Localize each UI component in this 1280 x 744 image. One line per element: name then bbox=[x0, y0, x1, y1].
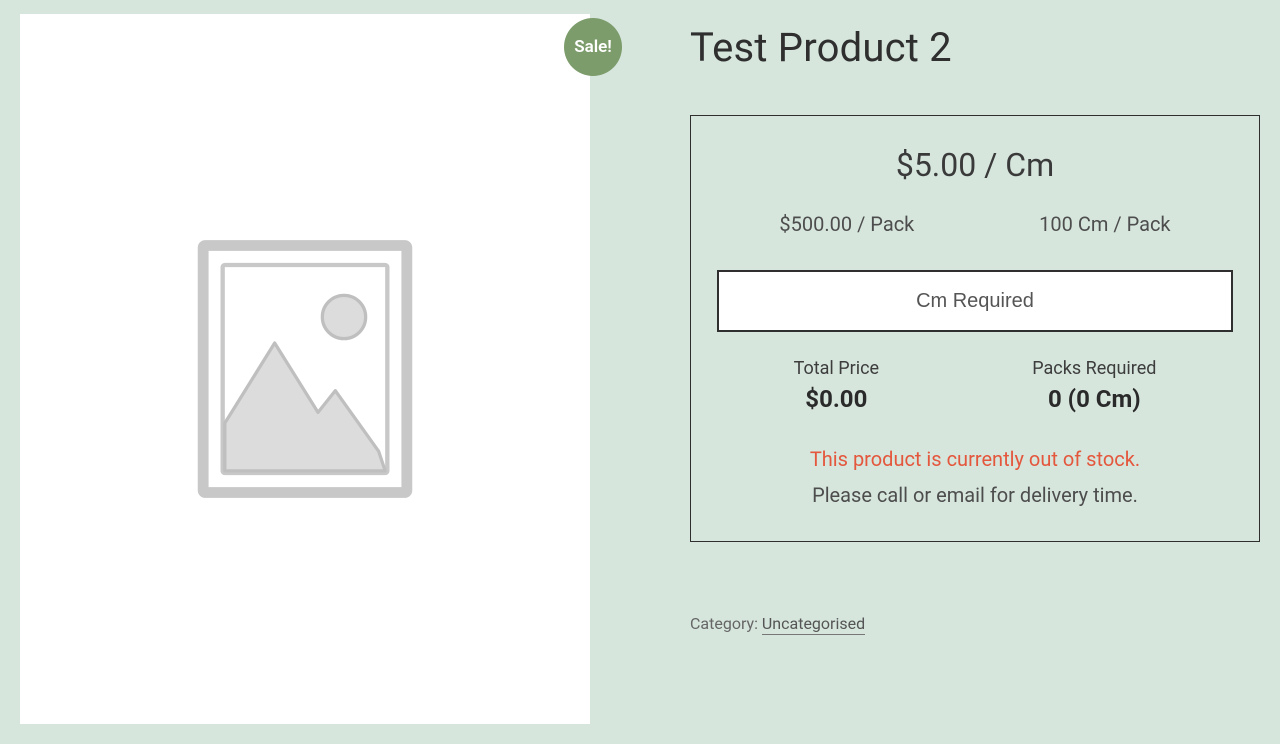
total-price-label: Total Price bbox=[794, 358, 879, 379]
stock-status-message: This product is currently out of stock. bbox=[717, 447, 1233, 471]
image-placeholder-icon bbox=[195, 239, 415, 499]
sale-badge: Sale! bbox=[564, 18, 622, 76]
packs-required-value: 0 (0 Cm) bbox=[1032, 385, 1156, 413]
packs-required-label: Packs Required bbox=[1032, 358, 1156, 379]
quantity-input[interactable] bbox=[717, 270, 1233, 332]
price-panel: $5.00 / Cm $500.00 / Pack 100 Cm / Pack … bbox=[690, 115, 1260, 542]
delivery-message: Please call or email for delivery time. bbox=[717, 483, 1233, 507]
totals-row: Total Price $0.00 Packs Required 0 (0 Cm… bbox=[717, 358, 1233, 413]
total-price-value: $0.00 bbox=[794, 385, 879, 413]
product-title: Test Product 2 bbox=[690, 24, 1260, 71]
pack-info-row: $500.00 / Pack 100 Cm / Pack bbox=[717, 212, 1233, 236]
total-price-block: Total Price $0.00 bbox=[794, 358, 879, 413]
product-details-column: Test Product 2 $5.00 / Cm $500.00 / Pack… bbox=[590, 20, 1260, 724]
pack-price: $500.00 / Pack bbox=[779, 212, 914, 236]
unit-price: $5.00 / Cm bbox=[717, 146, 1233, 184]
category-link[interactable]: Uncategorised bbox=[762, 614, 865, 635]
product-image-placeholder[interactable] bbox=[20, 14, 590, 724]
product-page: Sale! Test Product 2 $5.00 / Cm $500.00 … bbox=[0, 0, 1280, 744]
category-label: Category: bbox=[690, 614, 762, 633]
pack-size: 100 Cm / Pack bbox=[1039, 212, 1170, 236]
category-line: Category: Uncategorised bbox=[690, 614, 1260, 633]
product-image-column: Sale! bbox=[20, 20, 590, 724]
packs-required-block: Packs Required 0 (0 Cm) bbox=[1032, 358, 1156, 413]
